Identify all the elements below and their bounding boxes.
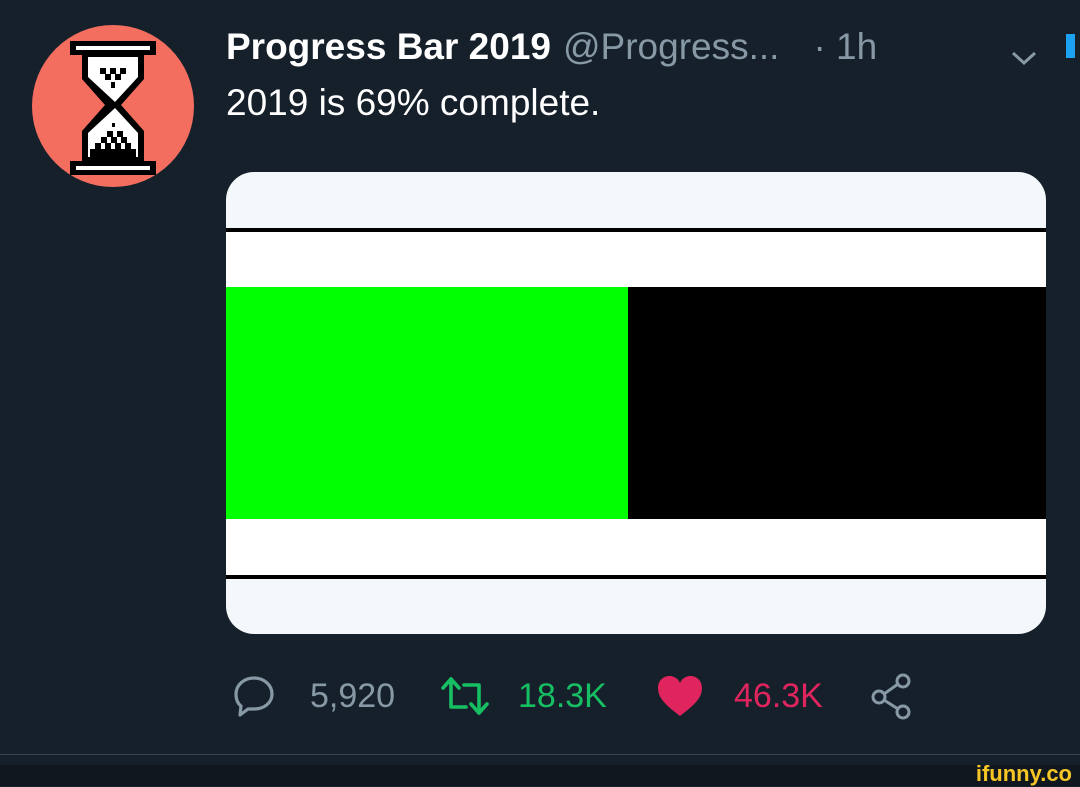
like-count: 46.3K <box>734 676 823 715</box>
watermark: ifunny.co <box>975 761 1072 786</box>
media-rule-bottom <box>226 575 1046 579</box>
retweet-icon <box>441 677 489 715</box>
display-name[interactable]: Progress Bar 2019 <box>226 26 551 68</box>
like-button[interactable]: 46.3K <box>656 668 823 724</box>
tweet-media[interactable] <box>226 172 1046 634</box>
tweet-header: Progress Bar 2019 @Progress... · 1h <box>226 22 1075 72</box>
timestamp[interactable]: · 1h <box>813 26 877 68</box>
retweet-count: 18.3K <box>518 676 607 715</box>
tweet-actions: 5,920 18.3K 46.3K <box>232 668 932 724</box>
reply-icon <box>234 676 274 717</box>
share-button[interactable] <box>868 668 914 724</box>
retweet-button[interactable]: 18.3K <box>438 668 607 724</box>
heart-icon <box>658 676 702 716</box>
hourglass-icon <box>70 41 156 175</box>
reply-count: 5,920 <box>310 676 396 715</box>
media-band-bottom <box>226 519 1046 575</box>
media-rule-top <box>226 228 1046 232</box>
footer-bar <box>0 765 1080 786</box>
tweet-text: 2019 is 69% complete. <box>226 82 601 123</box>
user-handle[interactable]: @Progress... <box>563 26 779 68</box>
reply-button[interactable]: 5,920 <box>232 668 395 724</box>
media-band-top <box>226 228 1046 288</box>
share-icon <box>871 673 911 720</box>
progress-fill <box>226 287 628 519</box>
chevron-down-icon[interactable] <box>1010 36 1038 78</box>
divider <box>0 754 1080 755</box>
accent-marker <box>1066 34 1075 58</box>
progress-track <box>226 287 1046 519</box>
avatar[interactable] <box>32 25 194 187</box>
